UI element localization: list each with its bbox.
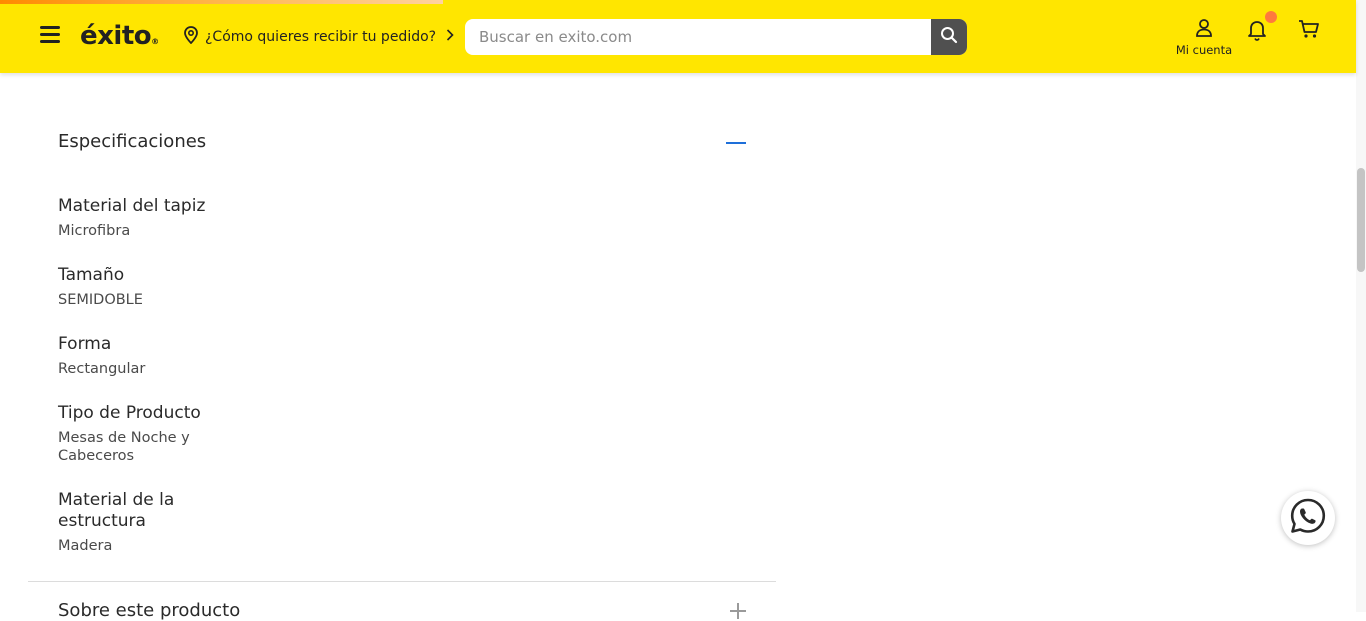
location-pin-icon [183, 26, 199, 48]
delivery-method-selector[interactable]: ¿Cómo quieres recibir tu pedido? [183, 26, 454, 48]
logo-registered-mark: ® [151, 37, 159, 46]
search-button[interactable] [931, 19, 967, 55]
spec-value: Microfibra [58, 223, 131, 239]
scrollbar-thumb[interactable] [1357, 168, 1365, 272]
spec-item: Forma Rectangular [58, 334, 258, 403]
bell-icon [1246, 21, 1268, 46]
hamburger-menu-icon[interactable] [40, 26, 60, 46]
exito-logo[interactable]: éxito® [80, 18, 159, 54]
delivery-prompt-label: ¿Cómo quieres recibir tu pedido? [205, 29, 437, 45]
notification-badge [1265, 11, 1277, 23]
spec-name: Tipo de Producto [58, 403, 201, 423]
specifications-list: Material del tapiz Microfibra Tamaño SEM… [58, 196, 258, 555]
logo-text: éxito [80, 21, 152, 51]
spec-value: SEMIDOBLE [58, 292, 143, 308]
spec-name: Material del tapiz [58, 196, 206, 216]
spec-item: Material de la estructura Madera [58, 490, 258, 555]
section-divider [28, 581, 776, 582]
notifications-button[interactable] [1246, 11, 1277, 42]
cart-button[interactable] [1297, 18, 1321, 42]
specifications-header[interactable]: Especificaciones [58, 131, 748, 157]
account-label: Mi cuenta [1175, 43, 1233, 57]
specifications-title: Especificaciones [58, 131, 207, 152]
whatsapp-chat-button[interactable] [1281, 491, 1335, 545]
account-button[interactable]: Mi cuenta [1170, 18, 1238, 62]
cart-icon [1297, 20, 1321, 44]
spec-value: Rectangular [58, 361, 146, 377]
search-input[interactable] [465, 19, 931, 55]
collapse-minus-icon[interactable] [726, 142, 746, 144]
search-icon [940, 26, 958, 48]
spec-item: Tamaño SEMIDOBLE [58, 265, 258, 334]
spec-name: Tamaño [58, 265, 125, 285]
spec-item: Tipo de Producto Mesas de Noche y Cabece… [58, 403, 258, 490]
spec-item: Material del tapiz Microfibra [58, 196, 258, 265]
spec-value: Mesas de Noche y Cabeceros [58, 430, 190, 464]
expand-plus-icon[interactable] [730, 603, 746, 619]
spec-name: Material de la estructura [58, 490, 175, 531]
loading-progress-bar [0, 0, 443, 4]
chevron-right-icon [446, 29, 454, 45]
spec-name: Forma [58, 334, 112, 354]
search-bar [465, 19, 967, 55]
about-product-title[interactable]: Sobre este producto [58, 600, 240, 621]
page-scrollbar[interactable] [1356, 0, 1366, 612]
spec-value: Madera [58, 538, 113, 554]
top-header: éxito® ¿Cómo quieres recibir tu pedido? [0, 0, 1356, 73]
whatsapp-icon [1289, 497, 1327, 539]
user-icon [1194, 19, 1214, 42]
